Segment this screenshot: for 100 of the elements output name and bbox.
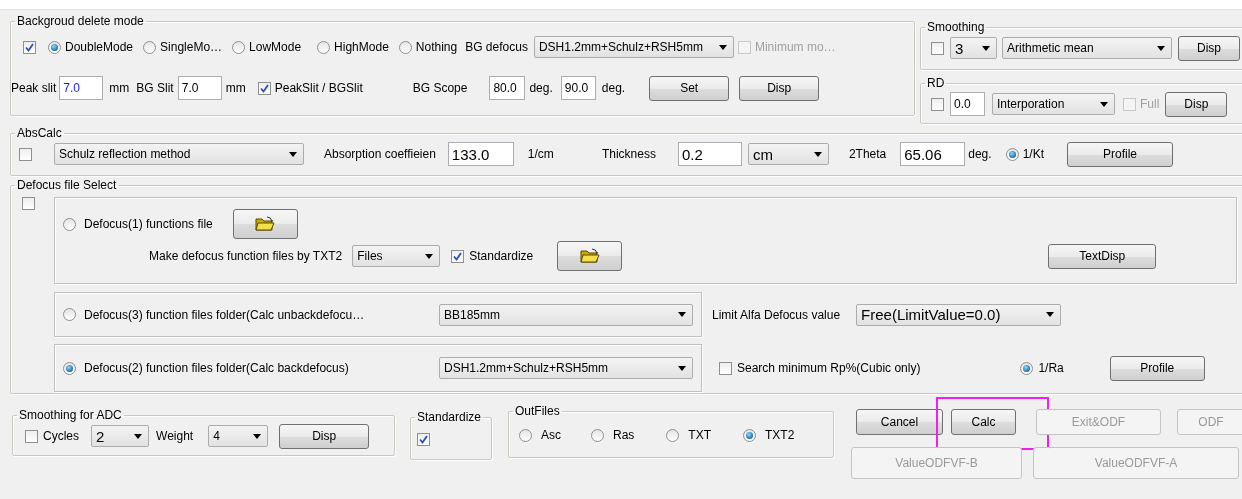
checkbox[interactable] [25, 429, 38, 443]
method-dropdown[interactable]: Schulz reflection method [54, 143, 304, 165]
checkbox[interactable] [451, 249, 465, 263]
radio-label: Defocus(2) function files folder(Calc backdefocus) [84, 361, 349, 375]
group-title: Standardize [417, 410, 482, 424]
checkbox-label: Full [1140, 97, 1160, 111]
checkbox[interactable] [719, 361, 732, 375]
profile-button[interactable]: Profile [1067, 141, 1173, 167]
bg-slit-field[interactable]: 7.0 [177, 76, 222, 100]
radio-label: Asc [541, 428, 561, 442]
group-title: Defocus file Select [17, 178, 117, 192]
radio-button[interactable] [398, 40, 412, 54]
radio-button[interactable] [63, 361, 76, 375]
label: Peak slit [11, 81, 57, 95]
caret-icon [1100, 101, 1108, 107]
action-button[interactable]: Calc [951, 409, 1016, 435]
radio-button[interactable] [1020, 361, 1034, 375]
files-dropdown[interactable]: Files [352, 245, 441, 267]
radio-button[interactable] [63, 308, 76, 321]
radio-button[interactable] [317, 40, 331, 54]
caret-icon [718, 44, 727, 50]
interpolation-dropdown[interactable]: Interporation [992, 93, 1115, 115]
radio-label: Defocus(3) function files folder(Calc unbackdefocu… [84, 307, 365, 322]
checkbox[interactable] [257, 81, 271, 95]
caret-icon [982, 45, 990, 51]
radio-button[interactable] [63, 217, 76, 231]
radio-label: 1/Ra [1038, 361, 1064, 375]
radio-button[interactable] [666, 428, 680, 442]
bg-defocus-dropdown[interactable]: DSH1.2mm+Schulz+RSH5mm [533, 36, 734, 58]
group-title: OutFiles [515, 404, 560, 418]
profile-button[interactable]: Profile [1109, 355, 1205, 381]
display-button[interactable]: Disp [1165, 91, 1228, 117]
cycles-dropdown[interactable]: 2 [91, 425, 149, 447]
radio-button[interactable] [591, 428, 604, 442]
group-title: Smoothing for ADC [19, 408, 122, 422]
label: deg. [968, 147, 992, 161]
group-title: Backgroud delete mode [17, 14, 144, 28]
caret-icon [1046, 312, 1055, 317]
open-folder-button[interactable] [232, 209, 298, 239]
checkbox-label: Minimum mo… [754, 40, 836, 54]
caret-icon [1157, 45, 1165, 51]
display-button[interactable]: Disp [279, 423, 370, 449]
caret-icon [289, 151, 297, 157]
label: BG defocus [465, 40, 528, 54]
coefficient-field[interactable]: 133.0 [447, 142, 514, 166]
label: BG Scope [412, 81, 468, 95]
peak-slit-field[interactable]: 7.0 [59, 76, 104, 100]
display-button[interactable]: Disp [739, 75, 820, 101]
group-title: RD [927, 76, 945, 90]
points-dropdown[interactable]: 3 [950, 37, 997, 59]
unit-dropdown[interactable]: cm [747, 143, 829, 165]
limit-dropdown[interactable]: Free(LimitValue=0.0) [856, 303, 1062, 326]
folder-dropdown[interactable]: DSH1.2mm+Schulz+RSH5mm [439, 357, 693, 379]
checkbox[interactable] [931, 97, 944, 111]
radio-label: TXT [688, 428, 712, 442]
radio-button[interactable] [143, 40, 157, 54]
radio-button[interactable] [1005, 147, 1019, 161]
text-display-button[interactable]: TextDisp [1048, 243, 1157, 269]
label: deg. [529, 81, 553, 95]
folder-icon [579, 248, 600, 264]
checkbox[interactable] [23, 40, 36, 54]
folder-dropdown[interactable]: BB185mm [439, 303, 693, 326]
radio-label: Nothing [415, 40, 458, 54]
weight-dropdown[interactable]: 4 [208, 425, 269, 447]
checkbox-label: PeakSlit / BGSlit [274, 81, 363, 95]
label: Weight [156, 429, 194, 443]
radio-label: 1/Kt [1022, 147, 1044, 161]
radio-button[interactable] [48, 40, 61, 54]
checkbox-label: Search minimum Rp%(Cubic only) [737, 361, 921, 375]
radio-label: TXT2 [765, 428, 795, 442]
set-button[interactable]: Set [649, 75, 730, 101]
method-dropdown[interactable]: Arithmetic mean [1002, 37, 1172, 59]
label: Limit Alfa Defocus value [712, 307, 841, 322]
display-button[interactable]: Disp [1178, 35, 1240, 61]
checkbox-label: Standardize [469, 249, 534, 263]
radio-label: SingleMo… [160, 40, 223, 54]
checkbox[interactable] [22, 197, 35, 210]
checkbox[interactable] [931, 41, 944, 55]
radio-button[interactable] [232, 40, 246, 54]
label: Thickness [601, 147, 656, 161]
caret-icon [253, 433, 262, 439]
label: mm [225, 81, 246, 95]
checkbox[interactable] [19, 147, 32, 161]
scope-start-field[interactable]: 80.0 [489, 76, 526, 100]
radio-button[interactable] [743, 428, 757, 442]
caret-icon [425, 253, 434, 259]
label: mm [109, 81, 130, 95]
caret-icon [678, 312, 686, 317]
radio-button[interactable] [519, 428, 532, 442]
radio-label: HighMode [334, 40, 389, 54]
open-folder-button[interactable] [557, 241, 623, 271]
scope-end-field[interactable]: 90.0 [560, 76, 596, 100]
folder-icon [255, 216, 276, 232]
checkbox[interactable] [417, 432, 430, 446]
two-theta-field[interactable]: 65.06 [900, 142, 966, 166]
label: deg. [601, 81, 626, 95]
caret-icon [813, 151, 822, 157]
rd-value-field[interactable]: 0.0 [950, 92, 985, 116]
action-button[interactable]: Cancel [856, 409, 943, 435]
thickness-field[interactable]: 0.2 [677, 142, 742, 166]
